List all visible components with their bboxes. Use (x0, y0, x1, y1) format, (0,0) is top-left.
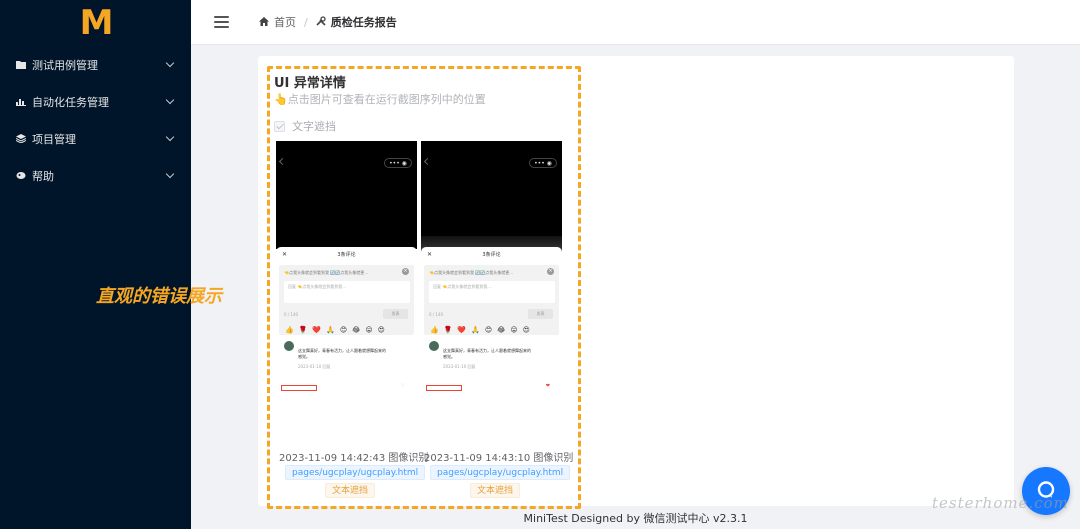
folder-icon (16, 60, 26, 70)
comment-meta: 2023-01-10 回复 (298, 364, 331, 369)
page-path-tag[interactable]: pages/ugcplay/ugcplay.html (285, 465, 426, 480)
sidebar-item-label: 帮助 (32, 169, 54, 183)
reply-input: 回复 👈点我头像就会到看到我... (284, 281, 410, 303)
chevron-down-icon (165, 169, 175, 179)
breadcrumb: 首页 / 质检任务报告 (259, 14, 397, 30)
bar-chart-icon (16, 97, 26, 107)
error-highlight-box (426, 385, 462, 391)
footer: MiniTest Designed by 微信测试中心 v2.3.1 (523, 512, 748, 525)
comment-sheet: ✕ 3条评论 👈点我头像就会到看到我 🔃🔃点我头像就更... × 回复 👈点我头… (421, 247, 562, 444)
sidebar-item-projects[interactable]: 项目管理 (0, 120, 191, 157)
top-header: 首页 / 质检任务报告 (191, 0, 1080, 45)
error-highlight-box (281, 385, 317, 391)
chevron-down-icon (165, 58, 175, 68)
comment-meta: 2023-01-10 回复 (443, 364, 476, 369)
screenshot-time: 2023-11-09 14:42:43 图像识别 (279, 453, 429, 464)
help-icon (16, 171, 26, 181)
back-icon (278, 157, 287, 166)
sidebar: M 测试用例管理 自动化任务管理 项目管理 帮助 (0, 0, 191, 529)
breadcrumb-current: 质检任务报告 (330, 16, 397, 29)
reply-target: 👈点我头像就会到看到我 🔃🔃点我头像就更... (284, 270, 369, 275)
clear-icon: × (547, 268, 554, 275)
breadcrumb-home[interactable]: 首页 (274, 14, 296, 30)
emoji-row: 👍🌹❤️🙏😊😂😛😍 (430, 326, 535, 334)
chevron-down-icon (165, 132, 175, 142)
char-count: 0 / 140 (429, 312, 444, 317)
reply-input: 回复 👈点我头像就会到看到我... (429, 281, 555, 303)
sheet-title: 3条评论 (337, 252, 356, 258)
annotation-label: 直观的错误展示 (96, 286, 222, 307)
clear-icon: × (402, 268, 409, 275)
screenshot-thumbnail[interactable]: ••• ◉ ✕ 3条评论 👈点我头像就会到看到我 🔃🔃点我头像就更... × 回… (276, 141, 417, 444)
comment-sheet: ✕ 3条评论 👈点我头像就会到看到我 🔃🔃点我头像就更... × 回复 👈点我头… (276, 247, 417, 444)
issue-type-tag: 文本遮挡 (325, 483, 376, 498)
sidebar-item-help[interactable]: 帮助 (0, 157, 191, 194)
sheet-title: 3条评论 (482, 252, 501, 258)
like-icon: ❤ (545, 383, 550, 389)
sidebar-item-label: 项目管理 (32, 132, 76, 146)
text-occlusion-checkbox[interactable]: 文字遮挡 (274, 118, 336, 134)
logo-mark: M (79, 3, 114, 43)
hamburger-menu-icon[interactable] (214, 16, 229, 28)
hint-text: 👆点击图片可查看在运行截图序列中的位置 (274, 93, 486, 106)
char-count: 0 / 140 (284, 312, 299, 317)
like-icon: ♡ (400, 383, 405, 389)
sidebar-item-label: 自动化任务管理 (32, 95, 109, 109)
capsule-menu-icon: ••• ◉ (384, 158, 412, 168)
avatar (429, 341, 439, 351)
comment-text: 这支舞真好，青春有活力，让人跟着就想舞起来的感觉。 (443, 348, 531, 359)
sidebar-item-label: 测试用例管理 (32, 58, 98, 72)
issue-type-tag: 文本遮挡 (470, 483, 521, 498)
screenshot-thumbnail[interactable]: ••• ◉ ✕ 3条评论 👈点我头像就会到看到我 🔃🔃点我头像就更... × 回… (421, 141, 562, 444)
avatar (284, 341, 294, 351)
back-icon (423, 157, 432, 166)
watermark: testerhome.com (932, 494, 1069, 512)
breadcrumb-separator: / (304, 15, 308, 29)
emoji-row: 👍🌹❤️🙏😊😂😛😍 (285, 326, 390, 334)
tools-icon (316, 15, 326, 29)
sidebar-item-test-cases[interactable]: 测试用例管理 (0, 46, 191, 83)
send-button: 发表 (383, 309, 408, 319)
page-path-tag[interactable]: pages/ugcplay/ugcplay.html (430, 465, 571, 480)
checkbox-icon[interactable] (274, 120, 285, 132)
send-button: 发表 (528, 309, 553, 319)
sidebar-item-automation-tasks[interactable]: 自动化任务管理 (0, 83, 191, 120)
comment-text: 这支舞真好，青春有活力，让人跟着就想舞起来的感觉。 (298, 348, 386, 359)
capsule-menu-icon: ••• ◉ (529, 158, 557, 168)
checkbox-label: 文字遮挡 (292, 120, 336, 133)
layers-icon (16, 134, 26, 144)
video-area: ••• ◉ (421, 141, 562, 249)
page-title: UI 异常详情 (274, 76, 346, 91)
reply-target: 👈点我头像就会到看到我 🔃🔃点我头像就更... (429, 270, 514, 275)
reply-panel: 👈点我头像就会到看到我 🔃🔃点我头像就更... × 回复 👈点我头像就会到看到我… (279, 265, 414, 335)
reply-panel: 👈点我头像就会到看到我 🔃🔃点我头像就更... × 回复 👈点我头像就会到看到我… (424, 265, 559, 335)
chevron-down-icon (165, 95, 175, 105)
logo[interactable]: M (0, 0, 191, 46)
home-icon (259, 16, 269, 29)
screenshot-time: 2023-11-09 14:43:10 图像识别 (424, 453, 574, 464)
video-area: ••• ◉ (276, 141, 417, 249)
